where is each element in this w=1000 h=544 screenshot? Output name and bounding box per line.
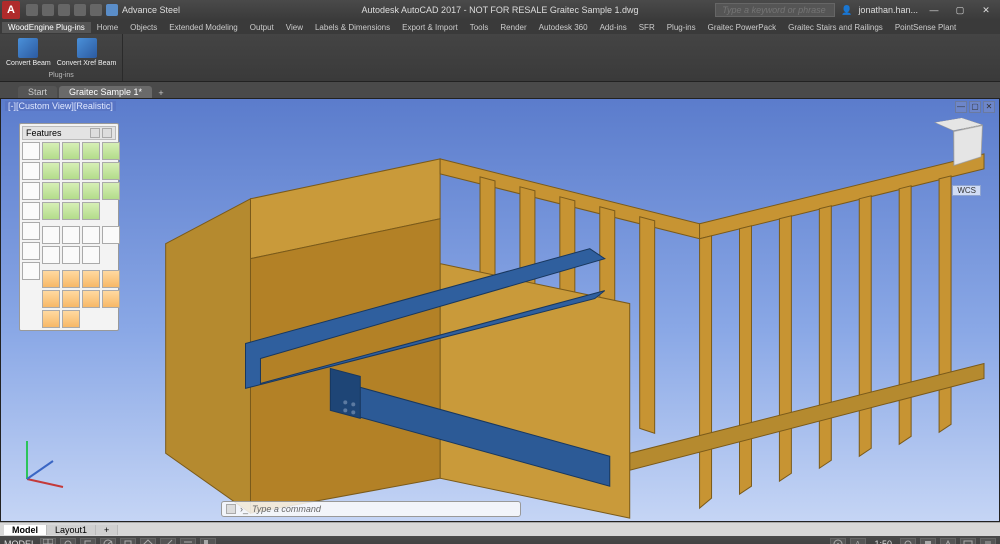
close-icon[interactable]: ✕ xyxy=(976,5,996,16)
status-ortho-icon[interactable] xyxy=(80,538,96,544)
tab-layout1[interactable]: Layout1 xyxy=(47,525,96,535)
status-gear-icon[interactable] xyxy=(900,538,916,544)
status-isolate-icon[interactable] xyxy=(920,538,936,544)
qat-label: Advance Steel xyxy=(122,5,180,15)
convert-xref-beam-icon xyxy=(77,38,97,58)
ribbon-tab-export[interactable]: Export & Import xyxy=(396,22,464,33)
titlebar: A Advance Steel Autodesk AutoCAD 2017 - … xyxy=(0,0,1000,20)
command-chevron-icon: ›_ xyxy=(240,504,248,514)
ribbon-tab-objects[interactable]: Objects xyxy=(124,22,163,33)
qat-open-icon[interactable] xyxy=(42,4,54,16)
doc-tab-add-icon[interactable]: + xyxy=(154,88,168,98)
status-3dosnap-icon[interactable] xyxy=(140,538,156,544)
ribbon-tab-output[interactable]: Output xyxy=(244,22,280,33)
convert-beam-icon xyxy=(18,38,38,58)
maximize-icon[interactable]: ▢ xyxy=(950,5,970,16)
status-bar: MODEL A 1:50 xyxy=(0,536,1000,544)
status-grid-icon[interactable] xyxy=(40,538,56,544)
app-menu-badge[interactable]: A xyxy=(2,1,20,19)
viewcube[interactable]: RIGHT xyxy=(937,119,979,161)
document-tabs: Start Graitec Sample 1* + xyxy=(0,82,1000,98)
ribbon-tab-labels[interactable]: Labels & Dimensions xyxy=(309,22,396,33)
status-osnap-icon[interactable] xyxy=(120,538,136,544)
command-line[interactable]: ›_ Type a command xyxy=(221,501,521,517)
ribbon-tab-a360[interactable]: Autodesk 360 xyxy=(533,22,594,33)
ribbon-group-plugins: Convert Beam Convert Xref Beam Plug-ins xyxy=(0,34,123,81)
viewport[interactable]: [-][Custom View][Realistic] — ▢ ✕ Featur… xyxy=(0,98,1000,522)
svg-text:A: A xyxy=(855,540,861,544)
ribbon-tab-render[interactable]: Render xyxy=(494,22,532,33)
ribbon-tab-tools[interactable]: Tools xyxy=(464,22,495,33)
qat-redo-icon[interactable] xyxy=(90,4,102,16)
command-handle-icon[interactable] xyxy=(226,504,236,514)
ribbon-panel: Convert Beam Convert Xref Beam Plug-ins xyxy=(0,34,1000,82)
ribbon-tab-addins[interactable]: Add-ins xyxy=(594,22,633,33)
qat-undo-icon[interactable] xyxy=(74,4,86,16)
model-drawing xyxy=(1,99,999,522)
status-transparency-icon[interactable] xyxy=(200,538,216,544)
ribbon-tab-view[interactable]: View xyxy=(280,22,309,33)
ribbon-tab-pointsense[interactable]: PointSense Plant xyxy=(889,22,962,33)
status-snap-icon[interactable] xyxy=(60,538,76,544)
ucs-icon xyxy=(15,431,75,491)
doc-tab-file[interactable]: Graitec Sample 1* xyxy=(59,86,152,98)
status-customize-icon[interactable] xyxy=(980,538,996,544)
quick-access-toolbar xyxy=(26,4,118,16)
ribbon-tab-extended-modeling[interactable]: Extended Modeling xyxy=(163,22,244,33)
layout-tabs: Model Layout1 + xyxy=(0,522,1000,536)
status-polar-icon[interactable] xyxy=(100,538,116,544)
status-lineweight-icon[interactable] xyxy=(180,538,196,544)
convert-xref-beam-label: Convert Xref Beam xyxy=(57,60,117,67)
tab-model[interactable]: Model xyxy=(4,525,47,535)
ribbon-tab-stairs[interactable]: Graitec Stairs and Railings xyxy=(782,22,889,33)
convert-beam-button[interactable]: Convert Beam xyxy=(4,36,53,72)
minimize-icon[interactable]: — xyxy=(924,5,944,15)
ribbon-tab-woodengine[interactable]: WoodEngine Plug-ins xyxy=(2,22,91,33)
status-scale[interactable]: 1:50 xyxy=(870,539,896,544)
ribbon-tabs: WoodEngine Plug-ins Home Objects Extende… xyxy=(0,20,1000,34)
wcs-label[interactable]: WCS xyxy=(952,185,981,196)
status-otrack-icon[interactable] xyxy=(160,538,176,544)
search-input[interactable] xyxy=(715,3,835,17)
convert-beam-label: Convert Beam xyxy=(6,60,51,67)
status-model[interactable]: MODEL xyxy=(4,539,36,544)
convert-xref-beam-button[interactable]: Convert Xref Beam xyxy=(55,36,119,72)
tab-add-layout-icon[interactable]: + xyxy=(96,525,118,535)
status-annotation-icon[interactable]: A xyxy=(850,538,866,544)
user-name[interactable]: jonathan.han... xyxy=(858,5,918,15)
ribbon-tab-sfr[interactable]: SFR xyxy=(633,22,661,33)
ribbon-tab-home[interactable]: Home xyxy=(91,22,124,33)
qat-save-icon[interactable] xyxy=(58,4,70,16)
ribbon-tab-powerpack[interactable]: Graitec PowerPack xyxy=(702,22,782,33)
ribbon-tab-plugins[interactable]: Plug-ins xyxy=(661,22,702,33)
ribbon-group-label: Plug-ins xyxy=(48,72,73,79)
status-clean-screen-icon[interactable] xyxy=(960,538,976,544)
qat-advance-steel-icon[interactable] xyxy=(106,4,118,16)
qat-new-icon[interactable] xyxy=(26,4,38,16)
doc-tab-start[interactable]: Start xyxy=(18,86,57,98)
command-prompt[interactable]: Type a command xyxy=(252,504,321,514)
window-title: Autodesk AutoCAD 2017 - NOT FOR RESALE G… xyxy=(362,5,639,15)
status-workspace-icon[interactable] xyxy=(830,538,846,544)
status-hardware-accel-icon[interactable] xyxy=(940,538,956,544)
user-icon[interactable]: 👤 xyxy=(841,5,852,16)
